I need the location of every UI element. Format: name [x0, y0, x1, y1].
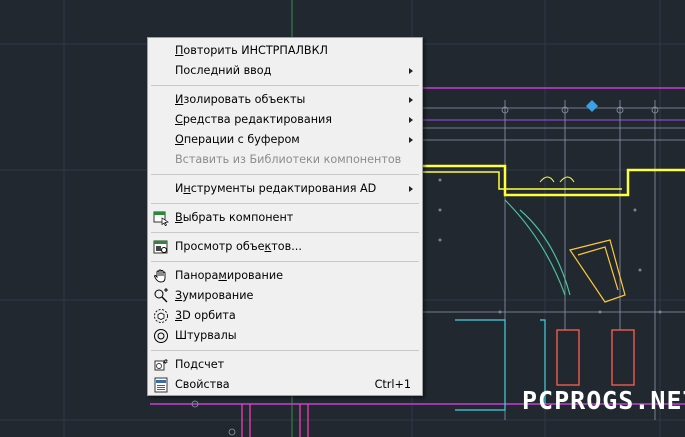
menu-item-label: Последний ввод — [175, 64, 272, 77]
zoom-icon — [154, 288, 168, 303]
watermark-text: PCPROGS.NET — [522, 386, 685, 415]
properties-icon — [154, 377, 168, 393]
submenu-arrow-icon — [409, 68, 413, 74]
menu-item-zoom[interactable]: Зумирование — [149, 286, 421, 306]
orbit-3d-icon — [154, 309, 168, 323]
menu-separator — [151, 174, 419, 175]
pan-hand-icon — [154, 269, 166, 283]
menu-item-label: Свойства — [175, 378, 230, 391]
menu-item-clipboard-operations[interactable]: Операции с буфером — [149, 130, 421, 150]
menu-item-pan[interactable]: Панорамирование — [149, 266, 421, 286]
menu-item-edit-tools[interactable]: Средства редактирования — [149, 110, 421, 130]
yellow-wall-outline-2 — [423, 171, 622, 190]
menu-item-label: 3D орбита — [175, 309, 236, 322]
submenu-arrow-icon — [409, 186, 413, 192]
menu-separator — [151, 85, 419, 86]
menu-item-label: Просмотр объектов... — [175, 240, 302, 253]
menu-item-3d-orbit[interactable]: 3D орбита — [149, 306, 421, 326]
menu-item-label: Повторить ИНСТРПАЛВКЛ — [175, 44, 328, 57]
menu-item-steering-wheels[interactable]: Штурвалы — [149, 326, 421, 346]
menu-item-label: Подсчет — [175, 358, 225, 371]
orange-stair-shape — [569, 239, 626, 303]
menu-item-last-input[interactable]: Последний ввод — [149, 61, 421, 81]
menu-item-label: Операции с буфером — [175, 133, 300, 146]
menu-separator — [151, 261, 419, 262]
menu-separator — [151, 203, 419, 204]
context-menu: Повторить ИНСТРПАЛВКЛ Последний ввод Изо… — [147, 37, 423, 396]
object-viewer-icon — [153, 240, 168, 254]
menu-item-properties[interactable]: Свойства Ctrl+1 — [149, 375, 421, 395]
menu-item-label: Изолировать объекты — [175, 93, 306, 106]
menu-item-label: Выбрать компонент — [175, 211, 294, 224]
steering-wheel-icon — [154, 329, 168, 343]
svg-text:#: # — [163, 358, 169, 366]
menu-item-label: Средства редактирования — [175, 113, 333, 126]
menu-item-ad-edit-tools[interactable]: Инструменты редактирования AD — [149, 179, 421, 199]
red-columns — [556, 329, 635, 386]
menu-item-label: Штурвалы — [175, 329, 237, 342]
menu-item-isolate-objects[interactable]: Изолировать объекты — [149, 90, 421, 110]
menu-item-label: Панорамирование — [175, 269, 283, 282]
menu-item-count[interactable]: # Подсчет — [149, 355, 421, 375]
menu-item-repeat-command[interactable]: Повторить ИНСТРПАЛВКЛ — [149, 41, 421, 61]
menu-item-object-viewer[interactable]: Просмотр объектов... — [149, 237, 421, 257]
menu-item-label: Зумирование — [175, 289, 254, 302]
menu-item-label: Инструменты редактирования AD — [175, 182, 377, 195]
menu-item-label: Вставить из Библиотеки компонентов — [175, 153, 402, 166]
menu-item-shortcut: Ctrl+1 — [374, 378, 411, 391]
menu-item-select-component[interactable]: Выбрать компонент — [149, 208, 421, 228]
select-component-icon — [153, 211, 169, 226]
menu-item-paste-from-library: Вставить из Библиотеки компонентов — [149, 150, 421, 170]
green-wall-curve — [504, 199, 571, 296]
menu-separator — [151, 350, 419, 351]
submenu-arrow-icon — [409, 137, 413, 143]
blue-marker-icon — [586, 100, 598, 112]
axis-marker — [228, 428, 236, 436]
menu-separator — [151, 232, 419, 233]
submenu-arrow-icon — [409, 117, 413, 123]
submenu-arrow-icon — [409, 97, 413, 103]
count-icon: # — [154, 358, 169, 371]
